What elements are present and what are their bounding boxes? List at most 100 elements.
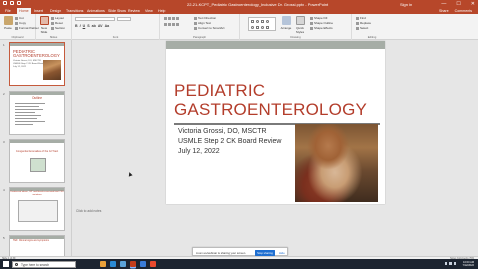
maximize-button[interactable]: ☐ — [456, 1, 460, 7]
change-case-button[interactable]: Aa — [105, 24, 110, 28]
arrange-button[interactable]: Arrange — [280, 16, 292, 32]
tab-view[interactable]: View — [145, 9, 153, 13]
tab-file[interactable]: File — [5, 9, 11, 13]
slide-thumbnail-3[interactable]: Congenital Anomalies of the GI Tract — [9, 139, 65, 183]
section-button[interactable]: Section — [51, 26, 65, 30]
slide-top-bar — [166, 41, 385, 49]
ribbon: Paste Cut Copy Format Painter Clipboard … — [0, 14, 478, 40]
save-icon[interactable] — [3, 1, 7, 5]
slide-number: 3 — [3, 140, 5, 144]
text-direction-button[interactable]: Text Direction — [194, 16, 216, 20]
comments-button[interactable]: Comments — [455, 9, 472, 13]
clock[interactable]: 10:00 AM 7/12/2022 — [462, 261, 474, 268]
layout-button[interactable]: Layout — [51, 16, 64, 20]
tab-animations[interactable]: Animations — [87, 9, 105, 13]
tab-design[interactable]: Design — [50, 9, 61, 13]
close-button[interactable]: ✕ — [471, 1, 475, 7]
align-text-icon — [194, 21, 197, 25]
zoom-icon[interactable] — [120, 261, 126, 267]
shadow-button[interactable]: ab — [92, 24, 96, 28]
layout-icon — [51, 16, 54, 20]
paste-button[interactable]: Paste — [2, 16, 14, 32]
thumb-subtitle: Victoria Grossi, DO, MSCTR USMLE Step 2 … — [13, 60, 46, 68]
underline-button[interactable]: U — [83, 24, 86, 28]
slides-group: New Slide Layout Reset Section Slides — [36, 14, 72, 40]
taskbar-search-box[interactable]: Type here to search — [12, 260, 76, 268]
shape-outline-button[interactable]: Shape Outline — [310, 21, 333, 25]
volume-icon[interactable] — [449, 262, 452, 265]
smartart-button[interactable]: Convert to SmartArt — [194, 26, 225, 30]
indent-icon — [172, 16, 175, 20]
smartart-icon — [194, 26, 197, 30]
cut-button[interactable]: Cut — [15, 16, 24, 20]
outlook-icon[interactable] — [140, 261, 146, 267]
spacing-button[interactable]: AV — [98, 24, 103, 28]
stop-sharing-button[interactable]: Stop sharing — [255, 249, 275, 256]
powerpoint-icon[interactable] — [130, 261, 136, 267]
undo-icon[interactable] — [10, 1, 14, 5]
replace-button[interactable]: Replace — [356, 21, 371, 25]
reset-icon — [51, 21, 54, 25]
font-family-select[interactable] — [75, 17, 115, 21]
share-button[interactable]: Share — [439, 9, 449, 13]
sign-in-link[interactable]: Sign in — [400, 2, 412, 7]
bold-button[interactable]: B — [75, 24, 78, 28]
italic-button[interactable]: I — [80, 24, 81, 28]
new-slide-button[interactable]: New Slide — [38, 16, 50, 34]
find-button[interactable]: Find — [356, 16, 366, 20]
title-bar: 22-21-KCPT_Pediatric Gastroenterology_In… — [0, 0, 478, 8]
windows-start-icon[interactable] — [3, 261, 9, 267]
current-slide[interactable]: PEDIATRIC GASTROENTEROLOGY Victoria Gros… — [166, 41, 385, 204]
font-size-select[interactable] — [117, 17, 131, 21]
event-line[interactable]: USMLE Step 2 CK Board Review — [178, 138, 282, 145]
slide-thumbnail-4[interactable]: Condensed above, GIT and bleed-associate… — [9, 187, 65, 231]
new-slide-icon — [39, 16, 49, 25]
shapes-gallery[interactable] — [248, 17, 276, 31]
tab-insert[interactable]: Insert — [34, 9, 43, 13]
quick-access-toolbar — [3, 1, 21, 5]
shape-fill-button[interactable]: Shape Fill — [310, 16, 327, 20]
app-icon[interactable] — [150, 261, 156, 267]
screen-share-banner: zoom.us/webinar is sharing your screen. … — [192, 247, 288, 256]
section-icon — [51, 26, 54, 30]
minimize-button[interactable]: — — [441, 1, 446, 7]
clipboard-label: Clipboard — [11, 35, 24, 39]
battery-icon[interactable] — [453, 262, 456, 265]
font-group: B I U S ab AV Aa Font — [72, 14, 160, 40]
window-controls: — ☐ ✕ — [441, 1, 475, 7]
bullets-row[interactable] — [164, 16, 180, 20]
paint-bucket-icon — [310, 16, 313, 20]
align-row[interactable] — [164, 22, 180, 26]
thumb-title: Outline — [31, 96, 43, 100]
hide-banner-button[interactable]: Hide — [279, 251, 285, 255]
font-label: Font — [112, 35, 119, 39]
slide-number: 4 — [3, 188, 5, 192]
author-line[interactable]: Victoria Grossi, DO, MSCTR — [178, 128, 267, 135]
child-photo[interactable] — [295, 124, 378, 202]
slide-editing-area: PEDIATRIC GASTROENTEROLOGY Victoria Gros… — [72, 40, 478, 259]
slide-title[interactable]: PEDIATRIC GASTROENTEROLOGY — [174, 81, 367, 119]
thumb-title: Condensed above, GIT and bleed-associate… — [10, 191, 64, 196]
reset-button[interactable]: Reset — [51, 21, 63, 25]
edge-icon[interactable] — [110, 261, 116, 267]
date-line[interactable]: July 12, 2022 — [178, 148, 220, 155]
shape-effects-button[interactable]: Shape Effects — [310, 26, 333, 30]
tab-transitions[interactable]: Transitions — [66, 9, 83, 13]
slide-thumbnail-1[interactable]: PEDIATRIC GASTROENTEROLOGY Victoria Gros… — [9, 42, 65, 86]
strikethrough-button[interactable]: S — [87, 24, 89, 28]
tab-help[interactable]: Help — [158, 9, 165, 13]
cut-icon — [15, 16, 18, 20]
file-explorer-icon[interactable] — [100, 261, 106, 267]
quick-styles-button[interactable]: Quick Styles — [294, 16, 306, 34]
notes-placeholder[interactable]: Click to add notes — [76, 209, 101, 213]
slide-thumbnail-2[interactable]: Outline — [9, 91, 65, 135]
tab-slide-show[interactable]: Slide Show — [108, 9, 126, 13]
find-icon — [356, 16, 359, 20]
tab-review[interactable]: Review — [128, 9, 140, 13]
align-text-button[interactable]: Align Text — [194, 21, 211, 25]
redo-icon[interactable] — [17, 1, 21, 5]
select-button[interactable]: Select — [356, 26, 368, 30]
effects-icon — [310, 26, 313, 30]
network-icon[interactable] — [444, 262, 447, 265]
copy-button[interactable]: Copy — [15, 21, 26, 25]
